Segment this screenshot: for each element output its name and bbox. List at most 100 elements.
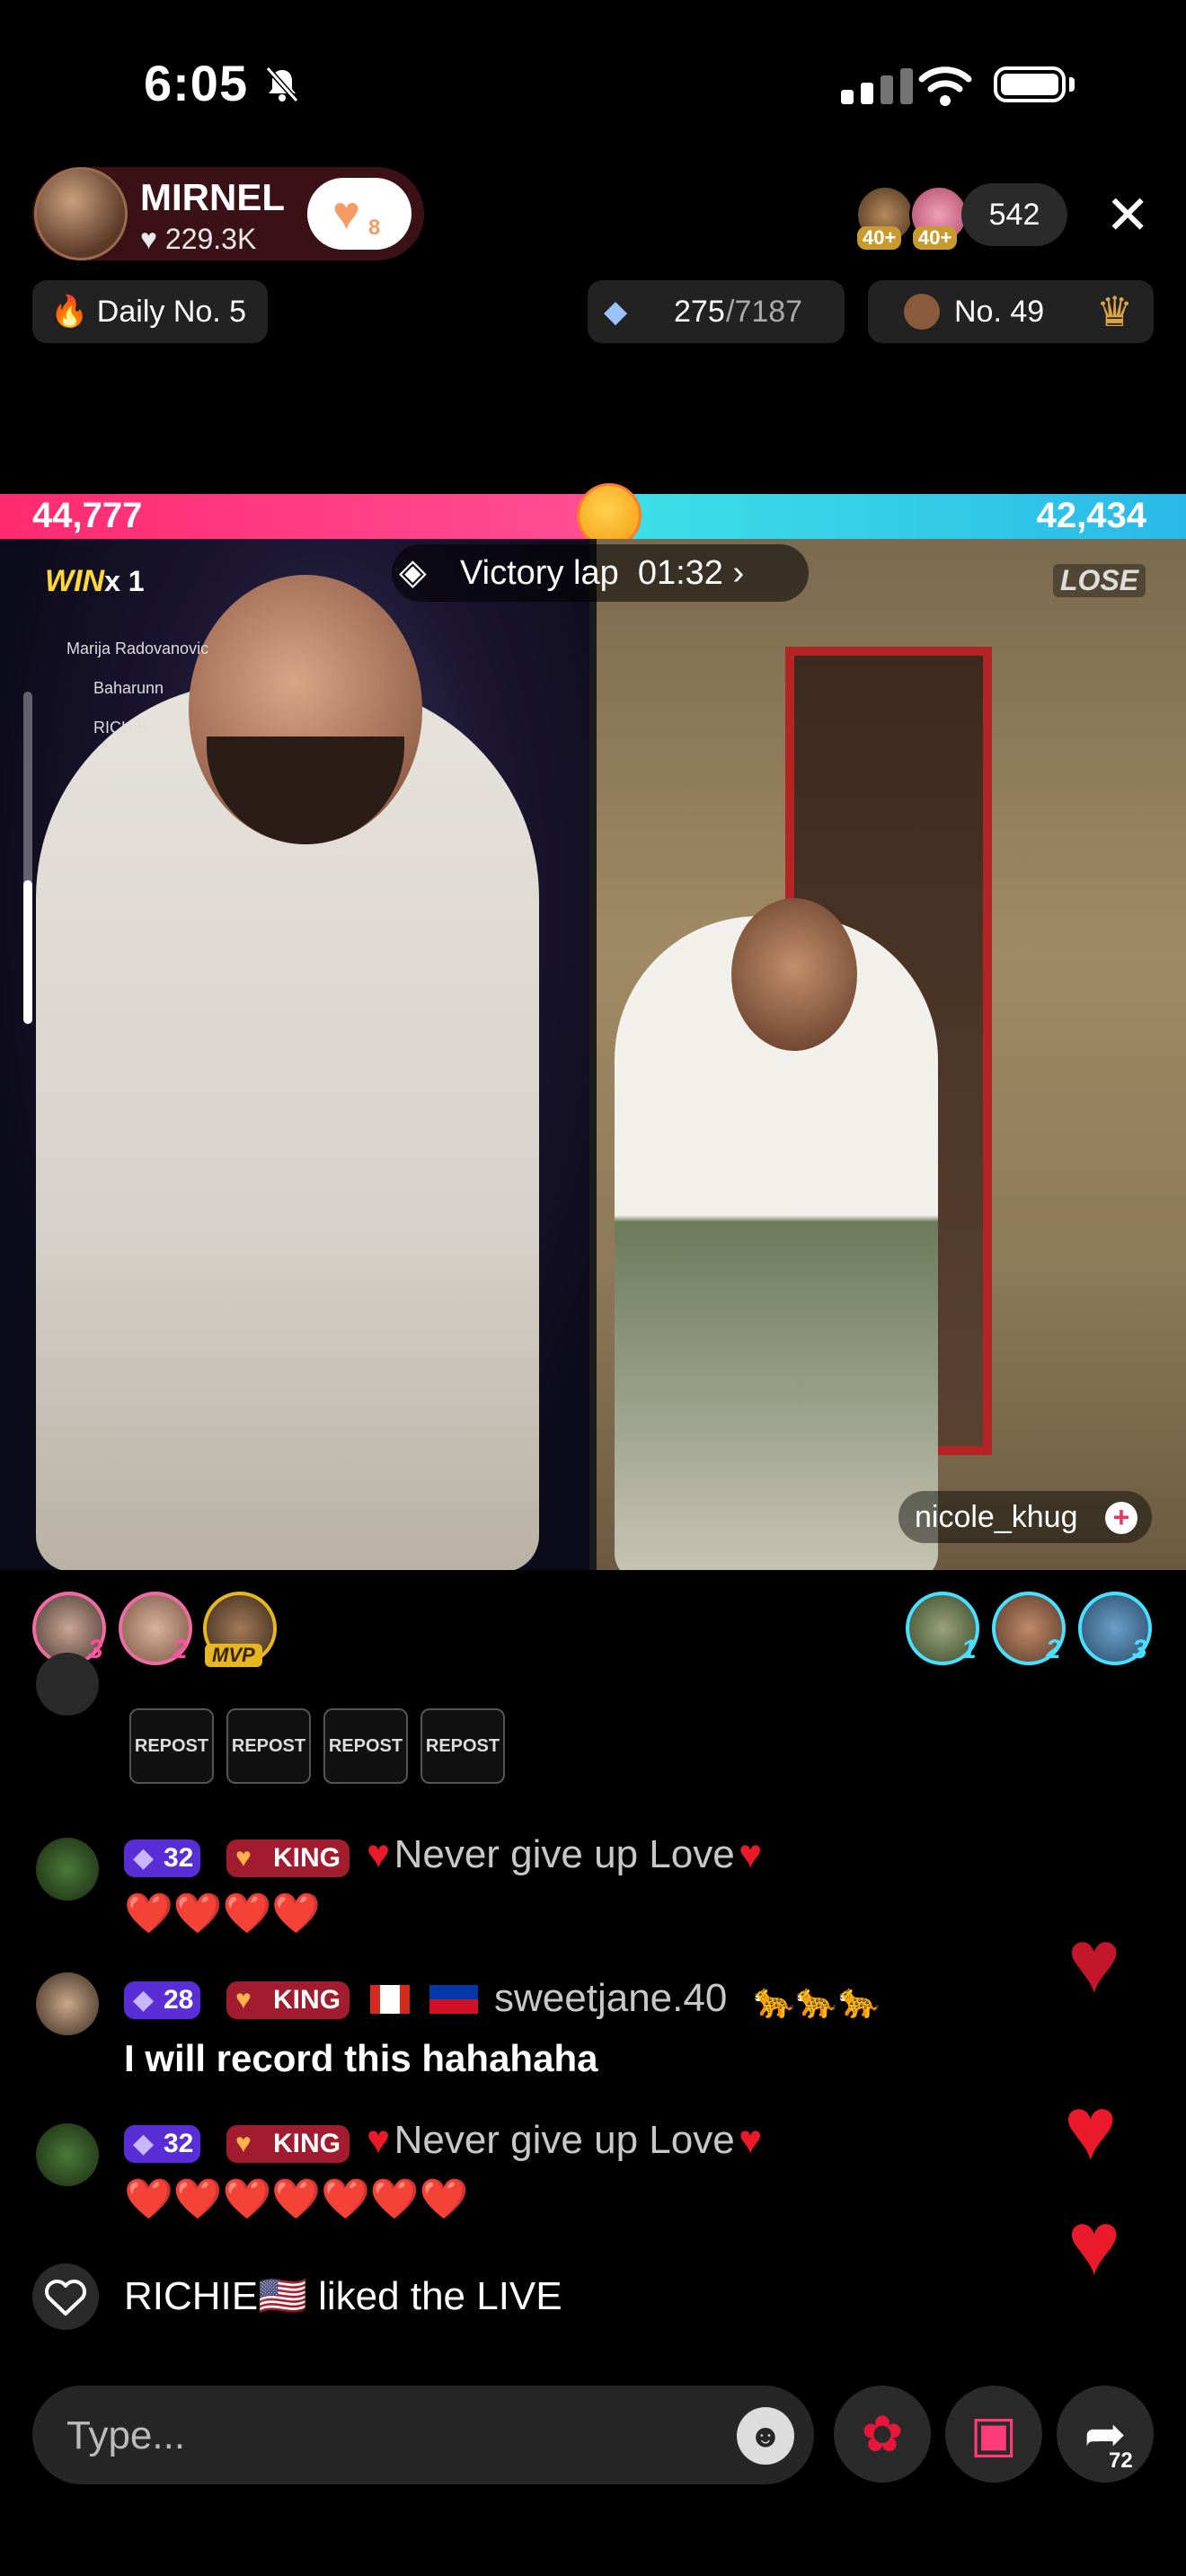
close-icon[interactable]: ✕ (1105, 189, 1150, 243)
follow-plus-icon[interactable]: + (1105, 1502, 1137, 1534)
scroll-thumb[interactable] (23, 880, 32, 1024)
wifi-icon (918, 66, 972, 106)
gem-icon: ◆ (133, 1843, 155, 1873)
victory-lap-banner[interactable]: Victory lap 01:32 › (392, 544, 809, 602)
trophy-icon: ◆ (604, 295, 628, 329)
floating-heart-icon: ♥ (1064, 2078, 1118, 2179)
chat-message: ♥ Never give up Love ♥ (367, 2118, 762, 2163)
viewer-badge: 40+ (913, 226, 958, 250)
level-badge: ◆ 28 (124, 1981, 201, 2019)
floating-heart-icon: ♥ (1067, 2193, 1121, 2294)
score-current: 275 (674, 295, 725, 329)
host-avatar[interactable] (34, 167, 128, 260)
king-badge: ♥ KING (226, 1981, 350, 2019)
repost-badge: REPOST (323, 1708, 408, 1784)
mini-leaderboard-item: Marija Radovanovic (66, 640, 209, 657)
gifter-rank: 2 (1046, 1635, 1061, 1664)
left-score: 44,777 (32, 496, 143, 535)
gifter-rank: 3 (1132, 1635, 1147, 1664)
king-badge: ♥ KING (226, 2125, 350, 2163)
chevron-right-icon: › (732, 554, 745, 592)
victory-text: Victory lap (460, 554, 619, 592)
chat-avatar[interactable] (36, 2123, 99, 2186)
fan-heart-icon: ♥ (332, 188, 360, 240)
victory-timer: 01:32 (637, 554, 723, 592)
chat-avatar[interactable] (36, 1653, 99, 1716)
heart-icon: ♥ (739, 1832, 763, 1876)
rank-avatar (904, 294, 940, 330)
chat-avatar[interactable] (36, 1972, 99, 2035)
bell-muted-icon (265, 66, 299, 102)
canada-flag-icon (370, 1985, 410, 2014)
opponent-head (731, 898, 857, 1051)
chat-username[interactable]: sweetjane.40 (494, 1976, 727, 2021)
fan-level: 8 (368, 216, 381, 240)
score-chip[interactable]: ◆ 275 /7187 (588, 280, 845, 343)
mini-leaderboard-item: RICHIE (93, 719, 149, 737)
heart-icon: ♥ (367, 1832, 391, 1876)
daily-rank-chip[interactable]: 🔥 Daily No. 5 (32, 280, 268, 343)
king-label: KING (273, 1843, 341, 1873)
share-icon[interactable]: ➦ (1057, 2386, 1154, 2483)
fire-icon: 🔥 (50, 295, 89, 329)
gem-icon: ◆ (133, 2129, 155, 2158)
daily-rank-label: Daily No. 5 (96, 295, 247, 329)
gift-icon[interactable]: ▣ (945, 2386, 1042, 2483)
philippines-flag-icon (429, 1985, 478, 2014)
mini-leaderboard[interactable]: Marija Radovanovic Baharunn RICHIE (25, 629, 208, 747)
right-score: 42,434 (1036, 496, 1146, 535)
battery-icon (994, 66, 1066, 102)
king-label: KING (273, 2129, 341, 2158)
video-divider (589, 539, 597, 1570)
right-stream-video[interactable] (597, 539, 1186, 1570)
heart-badge-icon: ♥ (235, 2129, 252, 2158)
rank-label: No. 49 (954, 295, 1045, 329)
share-count: 72 (1109, 2448, 1133, 2473)
viewer-count[interactable]: 542 (961, 183, 1067, 246)
heart-icon: ♥ (140, 223, 165, 255)
rose-gift-icon[interactable]: ✿ (834, 2386, 931, 2483)
king-label: KING (273, 1985, 341, 2015)
cellular-signal-icon (841, 68, 920, 104)
lose-label: LOSE (1053, 564, 1146, 597)
level-badge: ◆ 32 (124, 2125, 201, 2163)
heart-icon: ♥ (739, 2118, 763, 2162)
score-total: /7187 (726, 295, 803, 329)
repost-badge: REPOST (129, 1708, 214, 1784)
level-badge: ◆ 32 (124, 1839, 201, 1877)
battery-tip (1069, 77, 1075, 92)
chat-hearts: ❤️❤️❤️❤️❤️❤️❤️ (124, 2177, 469, 2221)
win-label: WINx 1 (45, 564, 145, 599)
diamond-icon: ◈ (399, 552, 427, 592)
king-badge: ♥ KING (226, 1839, 350, 1877)
emoji-icon[interactable]: ☻ (737, 2407, 794, 2465)
win-count: x 1 (104, 565, 145, 597)
host-likes: ♥ 229.3K (140, 223, 256, 256)
chat-text: Never give up Love (394, 1832, 735, 1876)
rank-chip[interactable]: No. 49 ♛ (868, 280, 1154, 343)
liked-heart-icon (32, 2263, 99, 2330)
gifter-rank: 3 (88, 1635, 103, 1664)
host-name: MIRNEL (140, 176, 285, 218)
chat-message: ♥ Never give up Love ♥ (367, 1832, 762, 1877)
comment-input[interactable] (65, 2404, 697, 2468)
chat-text: I will record this hahahaha (124, 2037, 598, 2079)
liked-notice: RICHIE🇺🇸 liked the LIVE (124, 2274, 562, 2318)
chat-text: Never give up Love (394, 2118, 735, 2162)
heart-icon: ♥ (367, 2118, 391, 2162)
level-number: 32 (164, 2129, 194, 2158)
repost-badge: REPOST (420, 1708, 505, 1784)
win-text: WIN (45, 564, 105, 598)
gifter-rank: 1 (961, 1635, 977, 1664)
viewer-badge: 40+ (857, 226, 902, 250)
chat-hearts: ❤️❤️❤️❤️ (124, 1892, 322, 1936)
repost-badge: REPOST (226, 1708, 311, 1784)
mvp-badge: MVP (205, 1644, 262, 1667)
status-time: 6:05 (144, 55, 249, 111)
gem-icon: ◆ (133, 1985, 155, 2015)
floating-heart-icon: ♥ (1067, 1911, 1121, 2012)
leopard-icons: 🐆🐆🐆 (753, 1982, 881, 2020)
chat-avatar[interactable] (36, 1838, 99, 1901)
mini-leaderboard-item: Baharunn (93, 679, 164, 697)
heart-badge-icon: ♥ (235, 1843, 252, 1873)
